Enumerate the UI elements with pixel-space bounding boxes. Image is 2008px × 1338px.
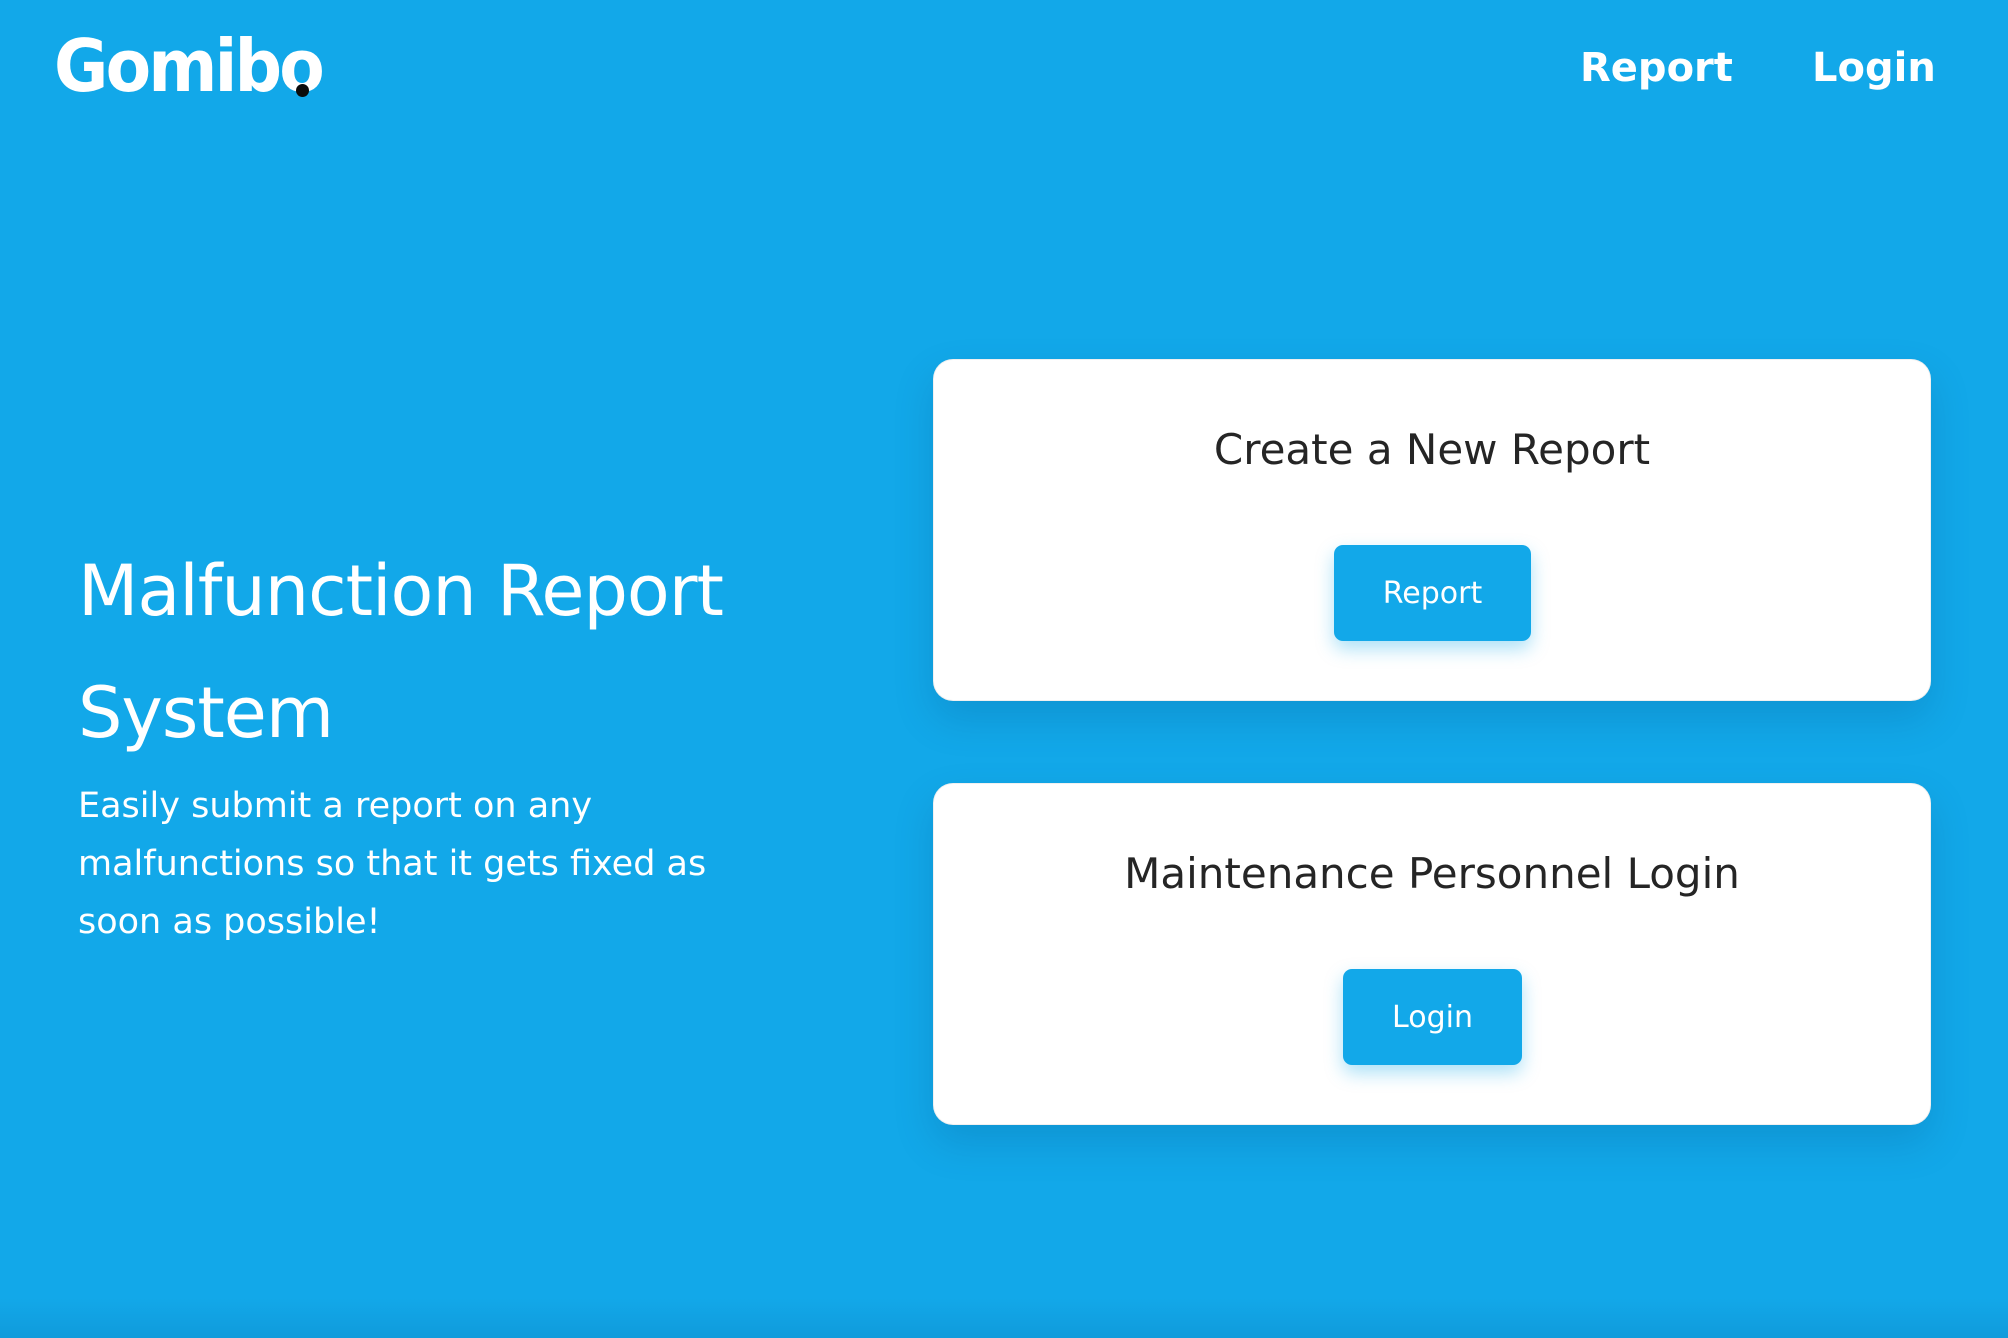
report-button[interactable]: Report bbox=[1334, 545, 1531, 641]
create-report-card: Create a New Report Report bbox=[933, 359, 1931, 701]
brand-logo[interactable]: Gomibo bbox=[54, 30, 325, 102]
maintenance-login-card: Maintenance Personnel Login Login bbox=[933, 783, 1931, 1125]
create-report-card-title: Create a New Report bbox=[1213, 425, 1651, 474]
top-navbar: Gomibo Report Login bbox=[0, 0, 2008, 140]
nav-report-link[interactable]: Report bbox=[1580, 46, 1733, 90]
hero-title: Malfunction Report System bbox=[78, 550, 724, 754]
brand-logo-dot bbox=[296, 84, 309, 97]
login-button[interactable]: Login bbox=[1343, 969, 1522, 1065]
nav-login-link[interactable]: Login bbox=[1812, 46, 1936, 90]
page-bottom-shade bbox=[0, 1298, 2008, 1338]
maintenance-login-card-title: Maintenance Personnel Login bbox=[1124, 849, 1740, 898]
hero-description: Easily submit a report on any malfunctio… bbox=[78, 786, 707, 942]
